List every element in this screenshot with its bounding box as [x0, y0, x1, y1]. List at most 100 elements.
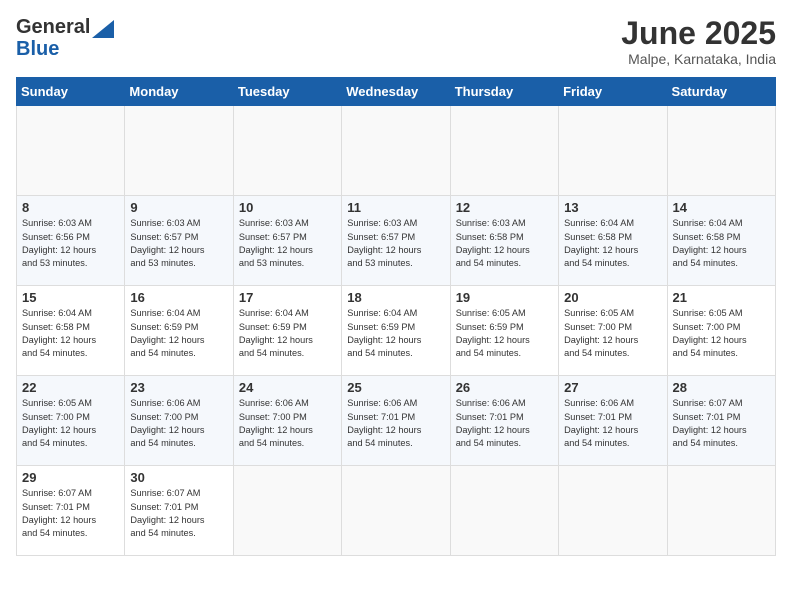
day-number: 15: [22, 290, 119, 305]
day-number: 18: [347, 290, 444, 305]
calendar-day-cell: 20 Sunrise: 6:05 AM Sunset: 7:00 PM Dayli…: [559, 286, 667, 376]
calendar-day-cell: 21 Sunrise: 6:05 AM Sunset: 7:00 PM Dayli…: [667, 286, 775, 376]
calendar-day-cell: 10 Sunrise: 6:03 AM Sunset: 6:57 PM Dayli…: [233, 196, 341, 286]
logo-blue: Blue: [16, 39, 114, 59]
day-info: Sunrise: 6:04 AM Sunset: 6:58 PM Dayligh…: [673, 217, 770, 270]
calendar-week-row: [17, 106, 776, 196]
calendar-day-cell: 18 Sunrise: 6:04 AM Sunset: 6:59 PM Dayli…: [342, 286, 450, 376]
day-info: Sunrise: 6:07 AM Sunset: 7:01 PM Dayligh…: [673, 397, 770, 450]
logo-general: General: [16, 16, 90, 39]
calendar-day-cell: [17, 106, 125, 196]
logo-icon: [92, 20, 114, 38]
calendar-day-cell: 14 Sunrise: 6:04 AM Sunset: 6:58 PM Dayli…: [667, 196, 775, 286]
calendar-day-cell: 26 Sunrise: 6:06 AM Sunset: 7:01 PM Dayli…: [450, 376, 558, 466]
weekday-header: Thursday: [450, 78, 558, 106]
day-number: 30: [130, 470, 227, 485]
day-info: Sunrise: 6:03 AM Sunset: 6:57 PM Dayligh…: [130, 217, 227, 270]
day-number: 11: [347, 200, 444, 215]
calendar-day-cell: 12 Sunrise: 6:03 AM Sunset: 6:58 PM Dayli…: [450, 196, 558, 286]
calendar-day-cell: [233, 106, 341, 196]
calendar-week-row: 22 Sunrise: 6:05 AM Sunset: 7:00 PM Dayli…: [17, 376, 776, 466]
calendar-day-cell: 30 Sunrise: 6:07 AM Sunset: 7:01 PM Dayli…: [125, 466, 233, 556]
calendar-day-cell: [667, 106, 775, 196]
weekday-header: Tuesday: [233, 78, 341, 106]
calendar-day-cell: [342, 466, 450, 556]
day-info: Sunrise: 6:05 AM Sunset: 7:00 PM Dayligh…: [22, 397, 119, 450]
day-info: Sunrise: 6:06 AM Sunset: 7:00 PM Dayligh…: [239, 397, 336, 450]
calendar-day-cell: 19 Sunrise: 6:05 AM Sunset: 6:59 PM Dayli…: [450, 286, 558, 376]
day-info: Sunrise: 6:06 AM Sunset: 7:01 PM Dayligh…: [564, 397, 661, 450]
weekday-header: Monday: [125, 78, 233, 106]
day-number: 28: [673, 380, 770, 395]
weekday-header: Saturday: [667, 78, 775, 106]
location: Malpe, Karnataka, India: [621, 51, 776, 67]
day-number: 17: [239, 290, 336, 305]
calendar-day-cell: [667, 466, 775, 556]
day-info: Sunrise: 6:06 AM Sunset: 7:01 PM Dayligh…: [456, 397, 553, 450]
day-number: 14: [673, 200, 770, 215]
day-info: Sunrise: 6:05 AM Sunset: 7:00 PM Dayligh…: [673, 307, 770, 360]
calendar-week-row: 8 Sunrise: 6:03 AM Sunset: 6:56 PM Daylig…: [17, 196, 776, 286]
logo: General Blue: [16, 16, 114, 59]
calendar-day-cell: [559, 106, 667, 196]
day-info: Sunrise: 6:05 AM Sunset: 6:59 PM Dayligh…: [456, 307, 553, 360]
title-block: June 2025 Malpe, Karnataka, India: [621, 16, 776, 67]
page-header: General Blue June 2025 Malpe, Karnataka,…: [16, 16, 776, 67]
calendar-day-cell: 25 Sunrise: 6:06 AM Sunset: 7:01 PM Dayli…: [342, 376, 450, 466]
calendar-day-cell: 22 Sunrise: 6:05 AM Sunset: 7:00 PM Dayli…: [17, 376, 125, 466]
day-number: 29: [22, 470, 119, 485]
calendar-day-cell: 17 Sunrise: 6:04 AM Sunset: 6:59 PM Dayli…: [233, 286, 341, 376]
day-info: Sunrise: 6:03 AM Sunset: 6:57 PM Dayligh…: [347, 217, 444, 270]
calendar-day-cell: 13Sunrise: 6:04 AM Sunset: 6:58 PM Dayli…: [559, 196, 667, 286]
day-number: 22: [22, 380, 119, 395]
calendar-day-cell: 27 Sunrise: 6:06 AM Sunset: 7:01 PM Dayli…: [559, 376, 667, 466]
calendar-day-cell: [450, 466, 558, 556]
day-info: Sunrise: 6:03 AM Sunset: 6:56 PM Dayligh…: [22, 217, 119, 270]
day-number: 9: [130, 200, 227, 215]
day-info: Sunrise: 6:04 AM Sunset: 6:59 PM Dayligh…: [239, 307, 336, 360]
day-info: Sunrise: 6:05 AM Sunset: 7:00 PM Dayligh…: [564, 307, 661, 360]
calendar-day-cell: 23 Sunrise: 6:06 AM Sunset: 7:00 PM Dayli…: [125, 376, 233, 466]
calendar-day-cell: 9 Sunrise: 6:03 AM Sunset: 6:57 PM Daylig…: [125, 196, 233, 286]
weekday-header: Friday: [559, 78, 667, 106]
day-number: 20: [564, 290, 661, 305]
weekday-header: Sunday: [17, 78, 125, 106]
day-number: 24: [239, 380, 336, 395]
day-info: Sunrise: 6:06 AM Sunset: 7:00 PM Dayligh…: [130, 397, 227, 450]
calendar-day-cell: [342, 106, 450, 196]
calendar-week-row: 29 Sunrise: 6:07 AM Sunset: 7:01 PM Dayli…: [17, 466, 776, 556]
day-number: 21: [673, 290, 770, 305]
day-number: 12: [456, 200, 553, 215]
calendar-day-cell: 8 Sunrise: 6:03 AM Sunset: 6:56 PM Daylig…: [17, 196, 125, 286]
day-info: Sunrise: 6:04 AM Sunset: 6:59 PM Dayligh…: [347, 307, 444, 360]
day-number: 10: [239, 200, 336, 215]
day-number: 23: [130, 380, 227, 395]
day-number: 16: [130, 290, 227, 305]
calendar-day-cell: [450, 106, 558, 196]
day-info: Sunrise: 6:04 AM Sunset: 6:59 PM Dayligh…: [130, 307, 227, 360]
calendar-header-row: SundayMondayTuesdayWednesdayThursdayFrid…: [17, 78, 776, 106]
calendar-table: SundayMondayTuesdayWednesdayThursdayFrid…: [16, 77, 776, 556]
day-info: Sunrise: 6:07 AM Sunset: 7:01 PM Dayligh…: [22, 487, 119, 540]
day-number: 26: [456, 380, 553, 395]
calendar-day-cell: [125, 106, 233, 196]
calendar-week-row: 15 Sunrise: 6:04 AM Sunset: 6:58 PM Dayli…: [17, 286, 776, 376]
month-title: June 2025: [621, 16, 776, 51]
day-number: 8: [22, 200, 119, 215]
day-number: 19: [456, 290, 553, 305]
day-number: 27: [564, 380, 661, 395]
day-info: Sunrise: 6:04 AM Sunset: 6:58 PM Dayligh…: [22, 307, 119, 360]
calendar-day-cell: 29 Sunrise: 6:07 AM Sunset: 7:01 PM Dayli…: [17, 466, 125, 556]
calendar-day-cell: [559, 466, 667, 556]
calendar-day-cell: 11 Sunrise: 6:03 AM Sunset: 6:57 PM Dayli…: [342, 196, 450, 286]
calendar-day-cell: 15 Sunrise: 6:04 AM Sunset: 6:58 PM Dayli…: [17, 286, 125, 376]
day-info: Sunrise: 6:07 AM Sunset: 7:01 PM Dayligh…: [130, 487, 227, 540]
calendar-day-cell: [233, 466, 341, 556]
day-info: Sunrise: 6:03 AM Sunset: 6:58 PM Dayligh…: [456, 217, 553, 270]
day-info: Sunrise: 6:03 AM Sunset: 6:57 PM Dayligh…: [239, 217, 336, 270]
day-number: 13: [564, 200, 661, 215]
calendar-day-cell: 24 Sunrise: 6:06 AM Sunset: 7:00 PM Dayli…: [233, 376, 341, 466]
weekday-header: Wednesday: [342, 78, 450, 106]
day-number: 25: [347, 380, 444, 395]
day-info: Sunrise: 6:06 AM Sunset: 7:01 PM Dayligh…: [347, 397, 444, 450]
